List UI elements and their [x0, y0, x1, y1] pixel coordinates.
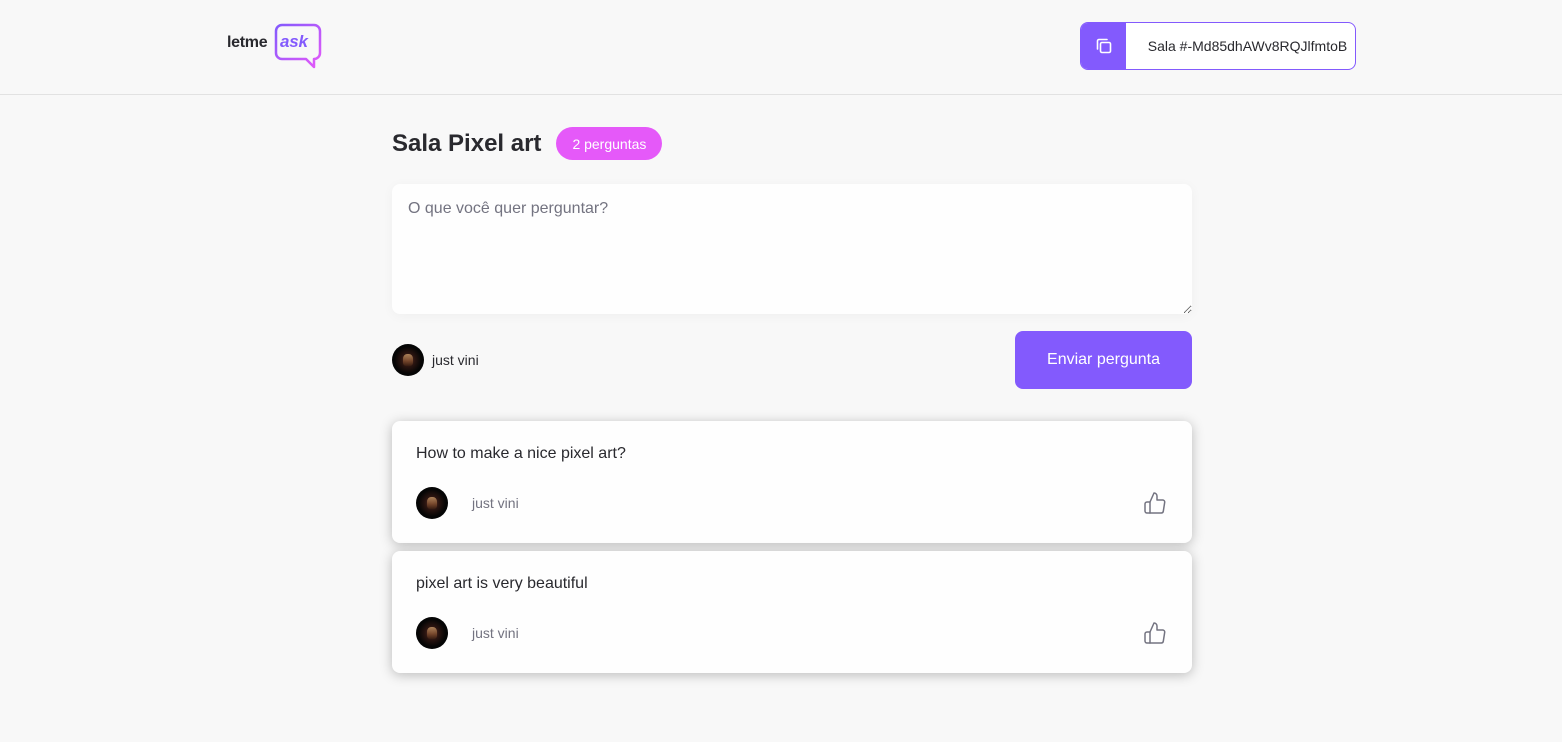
logo-text-letme: letme — [227, 34, 268, 51]
avatar — [416, 487, 448, 519]
question-count-badge: 2 perguntas — [556, 127, 663, 160]
room-title-row: Sala Pixel art 2 perguntas — [392, 127, 663, 160]
question-form-footer: just vini Enviar pergunta — [392, 331, 1192, 389]
copy-room-code-button[interactable]: Sala #-Md85dhAWv8RQJlfmtoB — [1080, 22, 1356, 70]
question-content: pixel art is very beautiful — [416, 575, 588, 592]
like-button[interactable] — [1142, 620, 1168, 646]
question-textarea[interactable] — [392, 184, 1192, 314]
like-button[interactable] — [1142, 490, 1168, 516]
current-user-info: just vini — [392, 344, 479, 376]
avatar — [416, 617, 448, 649]
question-card: pixel art is very beautiful just vini — [392, 551, 1192, 673]
thumbs-up-icon — [1144, 622, 1166, 644]
question-author-name: just vini — [472, 495, 519, 511]
question-card: How to make a nice pixel art? just vini — [392, 421, 1192, 543]
room-code-text: Sala #-Md85dhAWv8RQJlfmtoB — [1147, 38, 1348, 54]
question-author-name: just vini — [472, 625, 519, 641]
question-author: just vini — [416, 617, 519, 649]
question-author: just vini — [416, 487, 519, 519]
question-content: How to make a nice pixel art? — [416, 445, 626, 462]
page-header: letme ask Sala #-Md85dhAWv8RQJlfmtoB — [0, 0, 1562, 95]
current-user-name: just vini — [432, 352, 479, 368]
thumbs-up-icon — [1144, 492, 1166, 514]
send-question-button[interactable]: Enviar pergunta — [1015, 331, 1192, 389]
avatar — [392, 344, 424, 376]
page-title: Sala Pixel art — [392, 129, 542, 157]
copy-icon — [1081, 23, 1126, 69]
letmeask-logo[interactable]: letme ask — [227, 22, 327, 70]
logo-text-ask: ask — [280, 32, 308, 51]
